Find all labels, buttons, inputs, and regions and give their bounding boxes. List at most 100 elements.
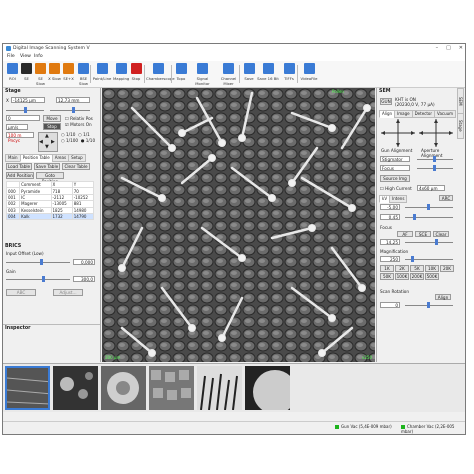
tab-vacuum[interactable]: Vacuum xyxy=(434,110,457,118)
focus-select[interactable]: Focus xyxy=(380,165,410,171)
mapping-button[interactable]: Mapping xyxy=(113,62,129,86)
kv-field[interactable]: -5,00 xyxy=(380,204,400,210)
thumbnail-2[interactable] xyxy=(53,366,98,410)
side-tab-stage[interactable]: Stage xyxy=(457,113,464,139)
videofile-button[interactable]: VideoFile xyxy=(299,62,319,86)
y-slider[interactable] xyxy=(50,107,90,113)
step-field[interactable]: 100 m Pncyc xyxy=(6,132,34,143)
aperture-select[interactable]: 4x60 µm xyxy=(417,185,445,191)
goto-position-button[interactable]: Goto Position xyxy=(36,172,64,184)
x-position-field[interactable]: -14125 µm xyxy=(11,97,45,103)
topo-button[interactable]: Topo xyxy=(173,62,189,86)
roi-button[interactable]: ROI xyxy=(6,62,19,86)
joystick-pad[interactable]: ▲ ▼ ◀ ▶ xyxy=(38,132,58,152)
adjust-button[interactable]: Adjust... xyxy=(53,289,83,296)
arrow-left-icon[interactable]: ◀ xyxy=(39,139,43,145)
sce-button[interactable]: SCE xyxy=(415,231,431,237)
focus-field[interactable]: 14,25 xyxy=(380,239,400,245)
load-table-button[interactable]: Load Table xyxy=(6,163,32,170)
offset-slider[interactable] xyxy=(6,259,70,265)
menu-file[interactable]: File xyxy=(7,54,15,59)
chamberscope-button[interactable]: Chamberscope xyxy=(146,62,175,86)
tab-intens[interactable]: Intens xyxy=(389,195,408,203)
bse-slow-button[interactable]: BSE Slow xyxy=(76,62,91,86)
menu-info[interactable]: Info xyxy=(34,54,43,59)
magnification-slider[interactable] xyxy=(405,256,453,262)
add-position-button[interactable]: Add Position xyxy=(6,172,34,179)
y-position-field[interactable]: 12,73 mm xyxy=(56,97,90,103)
menu-view[interactable]: View xyxy=(20,54,31,59)
tab-main[interactable]: Main xyxy=(5,154,21,162)
side-tab-sem[interactable]: SEM xyxy=(457,88,464,114)
save-button[interactable]: Save xyxy=(242,62,256,86)
source-img-button[interactable]: Source Img xyxy=(380,175,410,182)
channel-mixer-button[interactable]: Channel Mixer xyxy=(216,62,241,86)
tab-detector[interactable]: Detector xyxy=(411,110,436,118)
focus-slider-top[interactable] xyxy=(417,165,453,171)
tab-position-table[interactable]: Position Table xyxy=(19,154,53,162)
mag-preset-10k-button[interactable]: 10K xyxy=(425,265,439,272)
tab-setup[interactable]: Setup xyxy=(68,154,86,162)
arrow-up-icon[interactable]: ▲ xyxy=(45,133,49,139)
arrow-down-icon[interactable]: ▼ xyxy=(45,144,49,150)
align-button[interactable]: Align xyxy=(435,294,451,300)
mag-preset-2k-button[interactable]: 2K xyxy=(395,265,409,272)
x-slider[interactable] xyxy=(6,107,44,113)
r-position-field[interactable]: 0 xyxy=(6,115,40,121)
point-line-button[interactable]: Point/Line xyxy=(92,62,112,86)
save-16-bit-button[interactable]: Save 16 Bit xyxy=(257,62,279,86)
signal-monitor-button[interactable]: Signal Monitor xyxy=(190,62,215,86)
aperture-alignment-pad[interactable] xyxy=(419,119,453,147)
gain-field[interactable]: 300,0 xyxy=(73,276,95,282)
table-row[interactable]: 004 Kalk 1732 14790 xyxy=(5,212,95,221)
se-x-button[interactable]: SE+X xyxy=(62,62,75,86)
save-table-button[interactable]: Save Table xyxy=(34,163,60,170)
kv-slider[interactable] xyxy=(405,204,453,210)
maximize-button[interactable]: □ xyxy=(446,45,451,51)
abc-button[interactable]: ABC xyxy=(6,289,36,296)
intens-field[interactable]: 0,45 xyxy=(380,214,400,220)
thumbnail-6[interactable] xyxy=(245,366,290,410)
tiffs-button[interactable]: TIFFs xyxy=(280,62,298,86)
se-slow-button[interactable]: SE Slow xyxy=(34,62,47,86)
minimize-button[interactable]: – xyxy=(436,45,439,51)
stigmator-slider[interactable] xyxy=(417,156,453,162)
close-button[interactable]: ✕ xyxy=(459,45,463,51)
mag-preset-100k-button[interactable]: 100K xyxy=(395,273,409,280)
stop-button[interactable]: Stop xyxy=(43,123,61,130)
offset-field[interactable]: 0,000 xyxy=(73,259,95,265)
intens-slider[interactable] xyxy=(405,214,453,220)
thumbnail-5[interactable] xyxy=(197,366,242,410)
thumbnail-1[interactable] xyxy=(5,366,50,410)
step-radio-group[interactable]: ○ 1/10 ○ 1/1 ○ 1/100 ● 1/10 xyxy=(61,132,95,144)
magnification-field[interactable]: 250 xyxy=(380,256,400,262)
tab-align[interactable]: Align xyxy=(379,110,396,118)
mag-preset-200k-button[interactable]: 200K xyxy=(410,273,424,280)
arc-button[interactable]: ARC xyxy=(439,195,453,201)
rotation-field[interactable]: 0 xyxy=(380,302,400,308)
relative-pos-checkbox[interactable]: ☐ Relativ Pos xyxy=(65,116,93,121)
gain-slider[interactable] xyxy=(6,276,70,282)
focus-slider[interactable] xyxy=(405,239,453,245)
clear-button[interactable]: Clear xyxy=(433,231,449,237)
mag-preset-50k-button[interactable]: 50K xyxy=(380,273,394,280)
tab-areas[interactable]: Areas xyxy=(51,154,70,162)
thumbnail-3[interactable] xyxy=(101,366,146,410)
stop-button[interactable]: Stop xyxy=(129,62,143,86)
clear-table-button[interactable]: Clear Table xyxy=(62,163,90,170)
mag-preset-20k-button[interactable]: 20K xyxy=(440,265,454,272)
high-current-checkbox[interactable]: ☐ High Current xyxy=(380,186,412,191)
mag-preset-1k-button[interactable]: 1K xyxy=(380,265,394,272)
motors-on-checkbox[interactable]: ☑ Motors On xyxy=(65,122,92,127)
thumbnail-4[interactable] xyxy=(149,366,194,410)
gun-button[interactable]: GUN xyxy=(380,98,392,105)
gun-alignment-pad[interactable] xyxy=(381,119,415,147)
tab-image[interactable]: Image xyxy=(394,110,413,118)
x-slow-button[interactable]: X Slow xyxy=(48,62,61,86)
sem-image-view[interactable]: Pollen 200 µm x250 xyxy=(102,88,375,362)
rotation-slider[interactable] xyxy=(405,302,453,308)
move-button[interactable]: Move xyxy=(43,115,61,122)
se-button[interactable]: SE xyxy=(20,62,33,86)
speed-field[interactable]: µm/s xyxy=(6,124,28,130)
mag-preset-5k-button[interactable]: 5K xyxy=(410,265,424,272)
